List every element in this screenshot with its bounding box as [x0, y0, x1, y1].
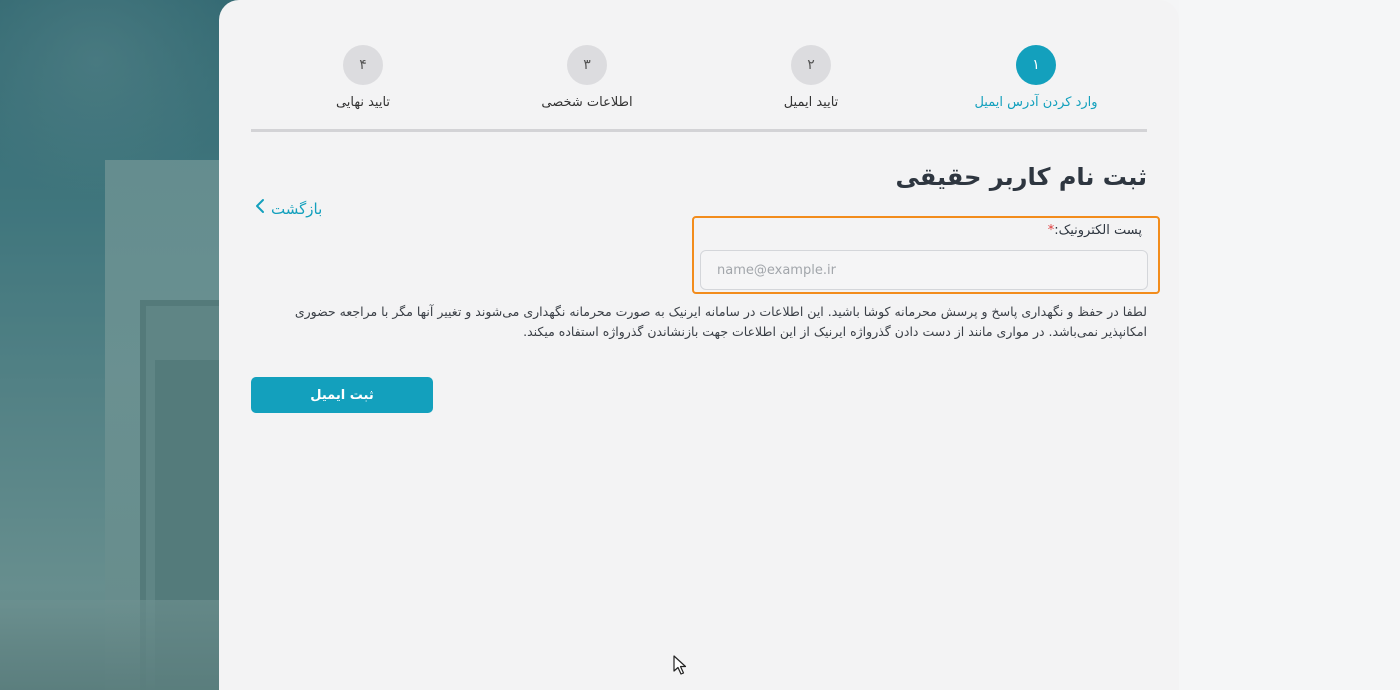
background-image: [0, 0, 240, 690]
email-label-text: پست الکترونیک:: [1054, 223, 1142, 238]
security-notice: لطفا در حفظ و نگهداری پاسخ و پرسش محرمان…: [294, 304, 1147, 339]
step-final-confirm: ۴ تایید نهایی: [283, 45, 443, 110]
back-link[interactable]: بازگشت: [253, 198, 322, 219]
back-link-label: بازگشت: [271, 199, 323, 218]
submit-email-button[interactable]: ثبت ایمیل: [251, 377, 433, 413]
step-personal-info: ۳ اطلاعات شخصی: [507, 45, 667, 110]
step-label: وارد کردن آدرس ایمیل: [974, 95, 1098, 110]
step-number: ۲: [791, 45, 831, 85]
chevron-left-icon: [253, 198, 267, 219]
page-title: ثبت نام کاربر حقیقی: [895, 163, 1147, 191]
step-enter-email: ۱ وارد کردن آدرس ایمیل: [956, 45, 1116, 110]
email-field-label: پست الکترونیک:*: [1048, 223, 1142, 238]
step-number: ۳: [567, 45, 607, 85]
email-field-group: پست الکترونیک:*: [692, 216, 1160, 294]
stepper-divider: [251, 129, 1147, 132]
registration-card: ۱ وارد کردن آدرس ایمیل ۲ تایید ایمیل ۳ ا…: [219, 0, 1179, 690]
step-number: ۱: [1016, 45, 1056, 85]
background-overlay: [0, 0, 240, 690]
mouse-cursor-icon: [673, 655, 687, 675]
email-input[interactable]: [700, 250, 1148, 290]
stepper: ۱ وارد کردن آدرس ایمیل ۲ تایید ایمیل ۳ ا…: [251, 45, 1147, 135]
background-right: [1179, 0, 1400, 690]
step-number: ۴: [343, 45, 383, 85]
step-verify-email: ۲ تایید ایمیل: [731, 45, 891, 110]
step-label: اطلاعات شخصی: [541, 95, 633, 110]
step-label: تایید ایمیل: [783, 95, 839, 110]
step-label: تایید نهایی: [335, 95, 391, 110]
